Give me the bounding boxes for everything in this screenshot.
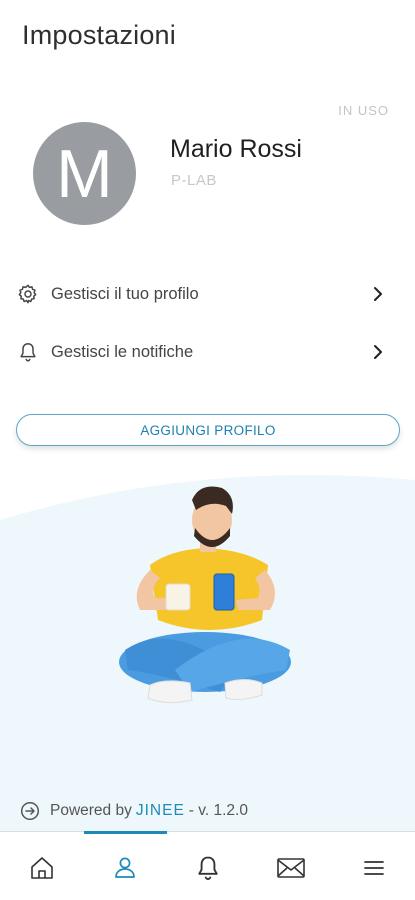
bell-icon: [198, 856, 218, 880]
home-icon: [31, 857, 53, 879]
manage-notifications-row[interactable]: Gestisci le notifiche: [0, 332, 415, 372]
user-icon: [115, 857, 135, 878]
manage-profile-row[interactable]: Gestisci il tuo profilo: [0, 274, 415, 314]
profile-organization: P-LAB: [171, 172, 217, 189]
brand-name[interactable]: JINEE: [136, 802, 185, 819]
gear-icon: [18, 284, 37, 304]
manage-notifications-label: Gestisci le notifiche: [51, 342, 194, 361]
person-reading-phone-illustration: [0, 475, 415, 835]
tab-menu[interactable]: [356, 850, 392, 886]
bottom-tab-bar: [0, 831, 415, 900]
envelope-icon: [277, 858, 305, 878]
chevron-right-icon: [374, 287, 382, 301]
active-tab-indicator: [84, 831, 167, 834]
bell-icon: [20, 343, 36, 362]
profile-name: Mario Rossi: [170, 135, 302, 163]
hamburger-icon: [364, 861, 384, 875]
manage-profile-label: Gestisci il tuo profilo: [51, 284, 199, 303]
tab-messages[interactable]: [273, 850, 309, 886]
illustration-panel: [0, 470, 415, 835]
tab-home[interactable]: [24, 850, 60, 886]
page-title: Impostazioni: [22, 20, 176, 50]
arrow-circle-right-icon: [20, 801, 40, 821]
app-version: - v. 1.2.0: [188, 802, 248, 819]
tab-notifications[interactable]: [190, 850, 226, 886]
avatar[interactable]: M: [33, 122, 136, 225]
powered-by-label: Powered by: [50, 802, 132, 819]
chevron-right-icon: [374, 345, 382, 359]
add-profile-button[interactable]: AGGIUNGI PROFILO: [16, 414, 400, 446]
avatar-letter: M: [56, 135, 113, 212]
status-badge: IN USO: [338, 103, 389, 118]
powered-by: Powered by JINEE - v. 1.2.0: [20, 801, 248, 821]
tab-profile[interactable]: [107, 850, 143, 886]
